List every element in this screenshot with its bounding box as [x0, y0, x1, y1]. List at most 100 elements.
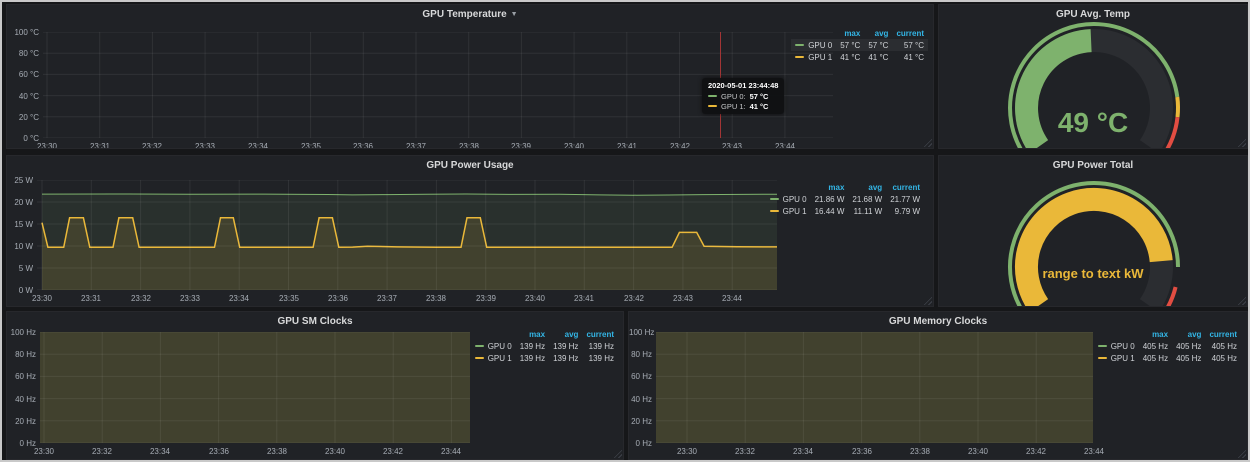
panel-gpu-power-total: GPU Power Total range to text kW — [938, 155, 1248, 307]
graph-legend: maxavgcurrentGPU 057 °C57 °C57 °CGPU 141… — [791, 27, 928, 63]
series-color-dash-icon — [708, 105, 717, 107]
legend-value: 57 °C — [836, 39, 864, 51]
legend-value: 405 Hz — [1205, 340, 1241, 352]
x-axis-tick-label: 23:44 — [441, 447, 461, 456]
panel-resize-handle[interactable] — [923, 296, 932, 305]
legend-series-row: GPU 0139 Hz139 Hz139 Hz — [471, 340, 618, 352]
panel-gpu-avg-temp: GPU Avg. Temp 49 °C — [938, 4, 1248, 149]
x-axis-tick-label: 23:30 — [677, 447, 697, 456]
legend-column-header-current[interactable]: current — [886, 181, 924, 193]
legend-column-header-current[interactable]: current — [582, 328, 618, 340]
y-axis-tick-label: 80 °C — [7, 49, 39, 58]
x-axis-tick-label: 23:32 — [92, 447, 112, 456]
graph-legend: maxavgcurrentGPU 0405 Hz405 Hz405 HzGPU … — [1094, 328, 1241, 364]
legend-value: 139 Hz — [516, 352, 549, 364]
x-axis-tick-label: 23:37 — [377, 294, 397, 303]
x-axis-tick-label: 23:35 — [301, 142, 321, 149]
legend-column-header-avg[interactable]: avg — [1172, 328, 1205, 340]
legend-series-name[interactable]: GPU 0 — [471, 340, 516, 352]
x-axis-tick-label: 23:36 — [852, 447, 872, 456]
legend-header-spacer — [766, 181, 811, 193]
tooltip-series-row: GPU 1:41 °C — [708, 102, 778, 111]
y-axis-tick-label: 15 W — [7, 220, 33, 229]
y-axis-tick-label: 25 W — [7, 176, 33, 185]
legend-value: 41 °C — [892, 51, 928, 63]
legend-value: 21.86 W — [811, 193, 849, 205]
legend-column-header-max[interactable]: max — [516, 328, 549, 340]
legend-value: 405 Hz — [1139, 340, 1172, 352]
panel-gpu-sm-clocks: GPU SM Clocks maxavgcurrentGPU 0139 Hz13… — [6, 311, 624, 460]
panel-title-gpu-temperature[interactable]: GPU Temperature▼ — [7, 9, 933, 20]
legend-series-name[interactable]: GPU 0 — [766, 193, 811, 205]
y-axis-tick-label: 100 °C — [7, 28, 39, 37]
legend-column-header-max[interactable]: max — [811, 181, 849, 193]
x-axis-tick-label: 23:30 — [37, 142, 57, 149]
panel-resize-handle[interactable] — [1237, 449, 1246, 458]
legend-series-name[interactable]: GPU 1 — [791, 51, 836, 63]
x-axis-tick-label: 23:36 — [328, 294, 348, 303]
x-axis-tick-label: 23:43 — [722, 142, 742, 149]
graph-tooltip: 2020-05-01 23:44:48 GPU 0:57 °CGPU 1:41 … — [702, 78, 784, 114]
legend-column-header-current[interactable]: current — [892, 27, 928, 39]
x-axis-tick-label: 23:44 — [722, 294, 742, 303]
panel-title-text: GPU SM Clocks — [277, 316, 352, 327]
panel-gpu-temperature: GPU Temperature▼ maxavgcurrentGPU 057 °C… — [6, 4, 934, 149]
legend-value: 139 Hz — [516, 340, 549, 352]
x-axis-tick-label: 23:32 — [735, 447, 755, 456]
x-axis-tick-label: 23:31 — [90, 142, 110, 149]
x-axis-tick-label: 23:30 — [34, 447, 54, 456]
x-axis-tick-label: 23:34 — [229, 294, 249, 303]
panel-resize-handle[interactable] — [613, 449, 622, 458]
power-plot-area[interactable] — [37, 180, 777, 290]
panel-title-gpu-power-usage[interactable]: GPU Power Usage — [7, 160, 933, 171]
y-axis-tick-label: 20 Hz — [629, 417, 652, 426]
legend-series-name[interactable]: GPU 1 — [1094, 352, 1139, 364]
x-axis-tick-label: 23:38 — [910, 447, 930, 456]
legend-series-row: GPU 021.86 W21.68 W21.77 W — [766, 193, 924, 205]
panel-resize-handle[interactable] — [923, 138, 932, 147]
legend-column-header-avg[interactable]: avg — [848, 181, 886, 193]
x-axis-tick-label: 23:38 — [267, 447, 287, 456]
legend-value: 57 °C — [864, 39, 892, 51]
legend-column-header-max[interactable]: max — [1139, 328, 1172, 340]
y-axis-tick-label: 60 Hz — [7, 372, 36, 381]
legend-header-spacer — [471, 328, 516, 340]
legend-value: 139 Hz — [582, 340, 618, 352]
y-axis-tick-label: 40 °C — [7, 92, 39, 101]
series-color-dash-icon — [708, 95, 717, 97]
legend-value: 139 Hz — [582, 352, 618, 364]
legend-series-name[interactable]: GPU 0 — [791, 39, 836, 51]
legend-column-header-max[interactable]: max — [836, 27, 864, 39]
panel-title-gpu-memory-clocks[interactable]: GPU Memory Clocks — [629, 316, 1247, 327]
series-color-dash-icon — [1098, 345, 1107, 347]
x-axis-tick-label: 23:38 — [459, 142, 479, 149]
chevron-down-icon: ▼ — [511, 11, 518, 18]
legend-value: 57 °C — [892, 39, 928, 51]
x-axis-tick-label: 23:34 — [150, 447, 170, 456]
x-axis-tick-label: 23:39 — [476, 294, 496, 303]
legend-column-header-current[interactable]: current — [1205, 328, 1241, 340]
sm-clocks-plot-area[interactable] — [40, 332, 470, 443]
y-axis-tick-label: 40 Hz — [629, 395, 652, 404]
legend-value: 405 Hz — [1172, 352, 1205, 364]
x-axis-tick-label: 23:39 — [511, 142, 531, 149]
x-axis-tick-label: 23:31 — [81, 294, 101, 303]
legend-series-name[interactable]: GPU 1 — [766, 205, 811, 217]
x-axis-tick-label: 23:44 — [1084, 447, 1104, 456]
grafana-dashboard: GPU Temperature▼ maxavgcurrentGPU 057 °C… — [0, 0, 1250, 462]
gauge-value-text: range to text kW — [939, 266, 1247, 281]
legend-column-header-avg[interactable]: avg — [549, 328, 582, 340]
x-axis-tick-label: 23:36 — [209, 447, 229, 456]
x-axis-tick-label: 23:32 — [131, 294, 151, 303]
x-axis-tick-label: 23:37 — [406, 142, 426, 149]
x-axis-tick-label: 23:40 — [525, 294, 545, 303]
y-axis-tick-label: 100 Hz — [7, 328, 36, 337]
y-axis-tick-label: 20 W — [7, 198, 33, 207]
legend-series-name[interactable]: GPU 1 — [471, 352, 516, 364]
memory-clocks-plot-area[interactable] — [656, 332, 1093, 443]
y-axis-tick-label: 20 °C — [7, 113, 39, 122]
panel-title-gpu-sm-clocks[interactable]: GPU SM Clocks — [7, 316, 623, 327]
legend-column-header-avg[interactable]: avg — [864, 27, 892, 39]
legend-series-row: GPU 1405 Hz405 Hz405 Hz — [1094, 352, 1241, 364]
legend-series-name[interactable]: GPU 0 — [1094, 340, 1139, 352]
